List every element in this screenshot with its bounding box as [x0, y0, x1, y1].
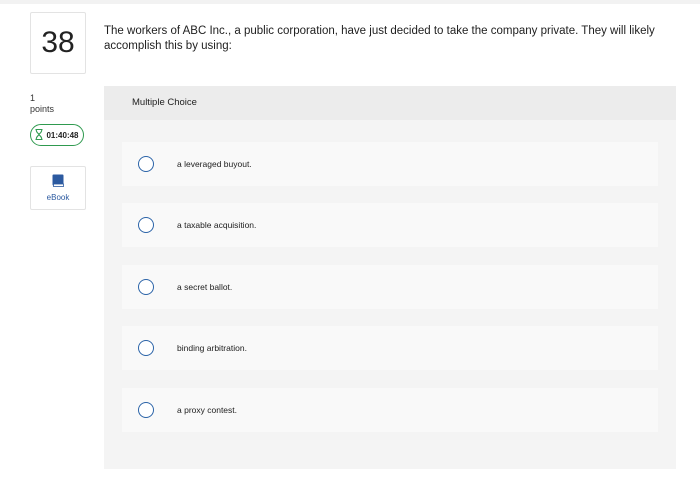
radio-button[interactable] — [138, 156, 154, 172]
top-divider — [0, 0, 700, 4]
panel-header: Multiple Choice — [104, 86, 676, 120]
answer-option-label: a secret ballot. — [177, 282, 233, 292]
ebook-label: eBook — [46, 193, 70, 202]
answer-option[interactable]: a secret ballot. — [122, 265, 658, 309]
answer-option[interactable]: a leveraged buyout. — [122, 142, 658, 186]
points-value: 1 — [30, 93, 36, 103]
points-info: 1 points — [30, 93, 54, 115]
answer-option-label: a leveraged buyout. — [177, 159, 252, 169]
question-type-label: Multiple Choice — [132, 97, 197, 108]
question-number: 38 — [30, 12, 86, 74]
answer-option-label: a proxy contest. — [177, 405, 238, 415]
radio-button[interactable] — [138, 340, 154, 356]
answer-panel: Multiple Choice a leveraged buyout. a ta… — [104, 86, 676, 469]
radio-button[interactable] — [138, 279, 154, 295]
hourglass-icon — [35, 128, 43, 142]
points-label: points — [30, 104, 55, 114]
radio-button[interactable] — [138, 402, 154, 418]
answer-option[interactable]: a proxy contest. — [122, 388, 658, 432]
ebook-button[interactable]: eBook — [30, 166, 86, 210]
book-icon — [52, 174, 64, 189]
timer-badge: 01:40:48 — [30, 124, 84, 146]
answer-option-label: a taxable acquisition. — [177, 220, 257, 230]
question-text: The workers of ABC Inc., a public corpor… — [104, 25, 655, 52]
timer-value: 01:40:48 — [46, 130, 79, 140]
answer-option[interactable]: a taxable acquisition. — [122, 203, 658, 247]
radio-button[interactable] — [138, 217, 154, 233]
answer-option-label: binding arbitration. — [177, 343, 247, 353]
answer-option[interactable]: binding arbitration. — [122, 326, 658, 370]
